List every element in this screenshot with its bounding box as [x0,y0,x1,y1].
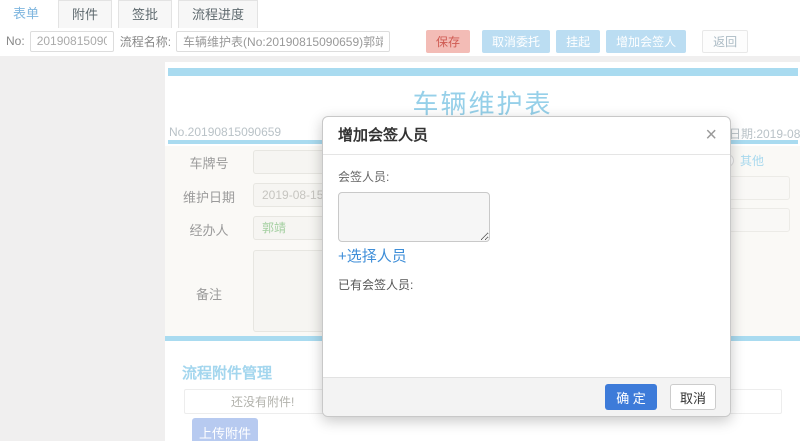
confirm-button[interactable]: 确 定 [605,384,657,410]
upload-attachment-button[interactable]: 上传附件 [192,418,258,441]
license-plate-label: 车牌号 [189,156,229,171]
header: 表单 附件 签批 流程进度 No: 流程名称: 保存 取消委托 挂起 增加会签人… [0,0,800,56]
existing-countersign-label: 已有会签人员: [338,278,414,292]
tab-sign-approval[interactable]: 签批 [118,0,173,28]
attachment-section-title: 流程附件管理 [182,365,273,382]
back-button[interactable]: 返回 [702,29,749,53]
toolbar: No: 流程名称: 保存 取消委托 挂起 增加会签人 返回 [0,28,800,54]
add-countersigner-button[interactable]: 增加会签人 [606,29,687,53]
no-label: No: [6,34,25,48]
handler-label: 经办人 [189,223,229,238]
modal-body: 会签人员: +选择人员 已有会签人员: [323,155,730,293]
tab-bar: 表单 附件 签批 流程进度 [0,0,264,28]
process-name-input[interactable] [176,30,391,52]
tab-attachment[interactable]: 附件 [58,0,113,28]
tab-process-progress[interactable]: 流程进度 [178,0,259,28]
cancel-delegation-button[interactable]: 取消委托 [482,29,551,53]
other-option-label: 其他 [740,154,765,168]
countersign-personnel-label: 会签人员: [338,170,390,184]
modal-header: 增加会签人员 × [323,117,730,155]
tab-form[interactable]: 表单 [0,0,53,28]
remarks-label: 备注 [195,287,222,302]
countersign-personnel-textarea[interactable] [338,192,490,242]
save-button[interactable]: 保存 [426,29,471,53]
modal-title: 增加会签人员 [338,127,429,144]
suspend-button[interactable]: 挂起 [556,29,601,53]
cancel-button[interactable]: 取消 [670,384,716,410]
no-input[interactable] [29,30,114,52]
form-number: No.20190815090659 [169,125,282,139]
select-personnel-link[interactable]: +选择人员 [338,245,407,266]
close-icon[interactable]: × [705,117,717,153]
modal-footer: 确 定 取消 [323,377,730,416]
add-countersign-modal: 增加会签人员 × 会签人员: +选择人员 已有会签人员: 确 定 取消 [322,116,731,417]
top-accent-strip [168,68,798,76]
maintenance-date-label: 维护日期 [182,190,235,205]
process-name-label: 流程名称: [119,34,172,49]
